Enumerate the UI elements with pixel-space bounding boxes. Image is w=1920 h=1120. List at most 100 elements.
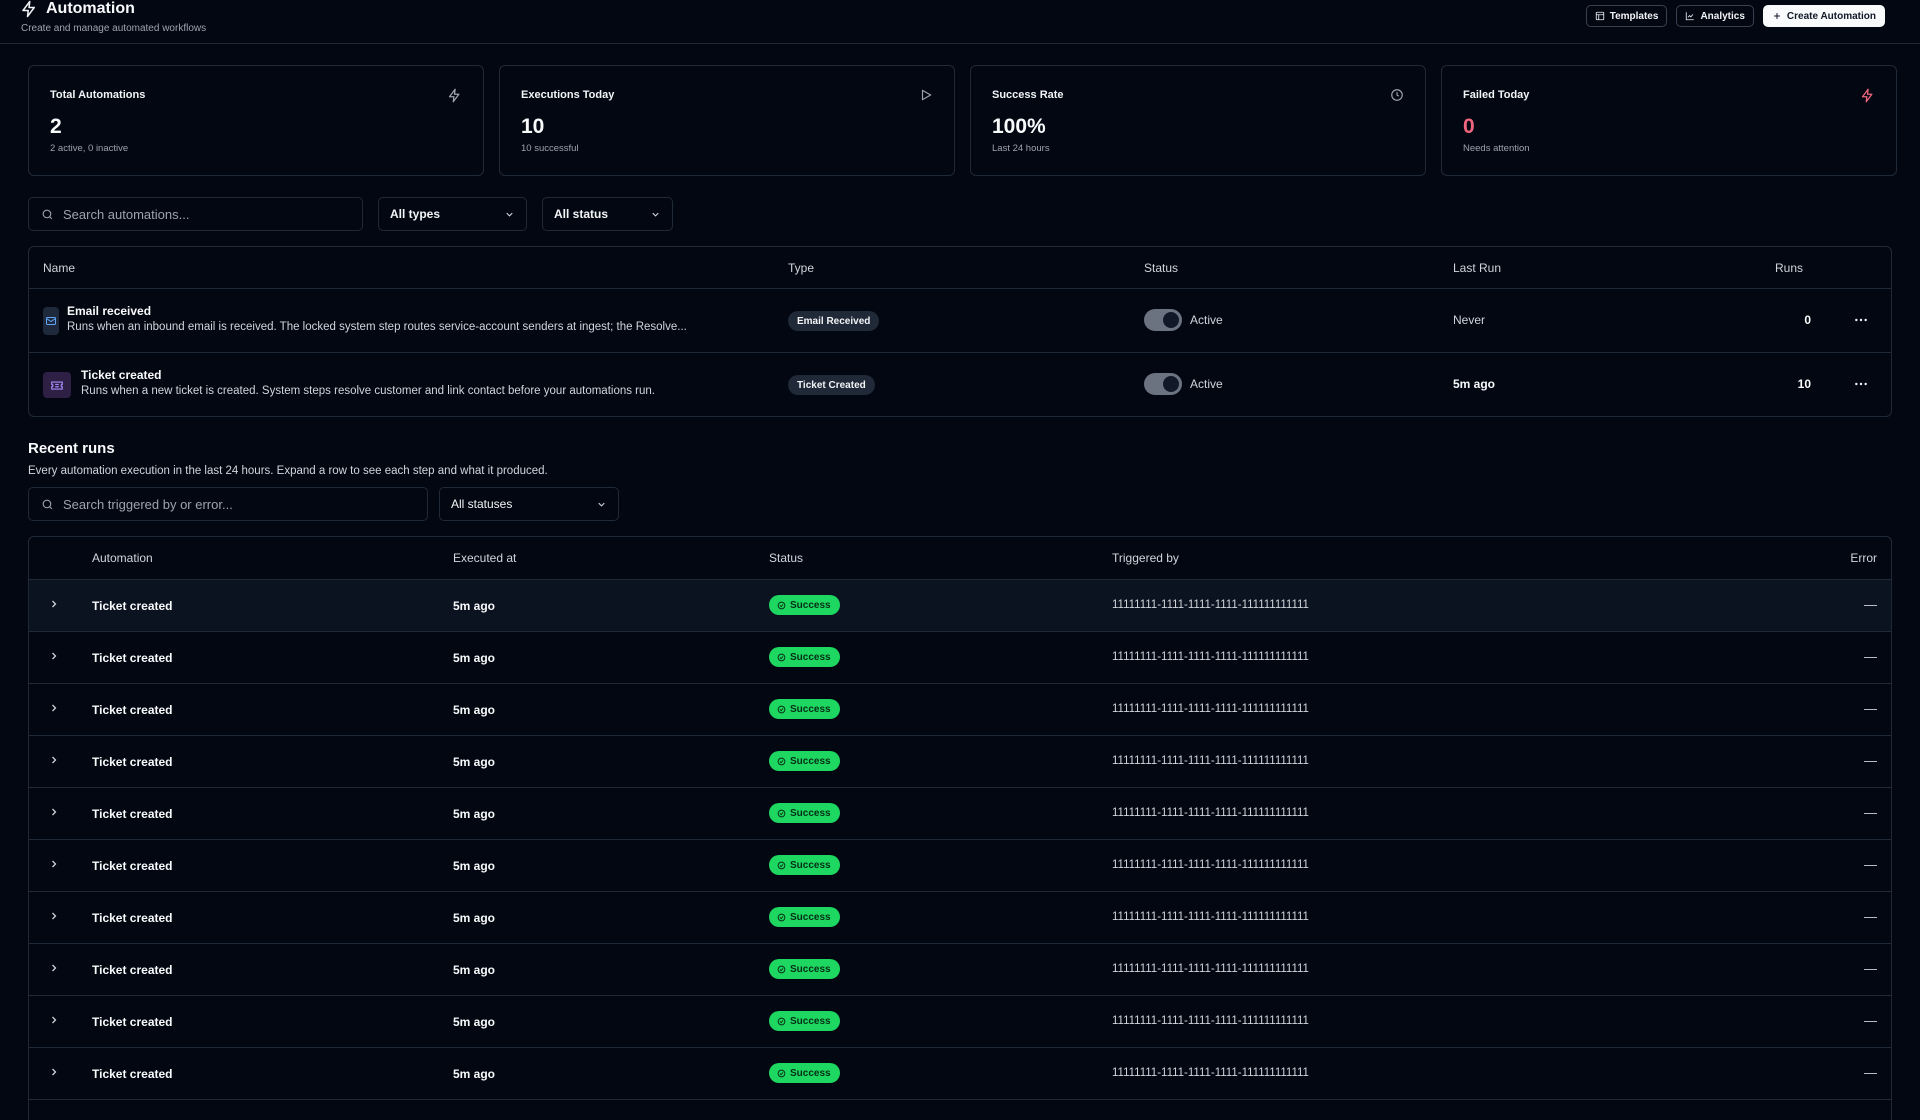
- table-row[interactable]: Ticket created 5m ago Success 11111111-1111…: [29, 996, 1891, 1048]
- run-error: —: [1864, 649, 1877, 664]
- stat-card-total-automations: Total Automations 2 2 active, 0 inactive: [28, 65, 484, 176]
- bolt-icon: [1860, 88, 1875, 103]
- column-error: Error: [1850, 551, 1877, 565]
- run-error: —: [1864, 1013, 1877, 1028]
- table-row[interactable]: Ticket created 5m ago Success 11111111-1111…: [29, 840, 1891, 892]
- chevron-right-icon[interactable]: [48, 962, 60, 974]
- chevron-right-icon[interactable]: [48, 1014, 60, 1026]
- run-automation: Ticket created: [92, 963, 173, 977]
- templates-button[interactable]: Templates: [1585, 5, 1668, 27]
- search-icon: [41, 208, 54, 221]
- check-circle-icon: [777, 757, 786, 766]
- table-row[interactable]: Ticket created 5m ago Success 11111111-1111…: [29, 632, 1891, 684]
- table-row[interactable]: Ticket created 5m ago Success 11111111-1111…: [29, 944, 1891, 996]
- more-options-icon[interactable]: [1853, 312, 1869, 328]
- table-row[interactable]: Ticket created 5m ago Success 11111111-1111…: [29, 892, 1891, 944]
- run-triggered-by: 11111111-1111-1111-1111-111111111111: [1112, 911, 1309, 923]
- status-badge-label: Success: [790, 807, 831, 819]
- chevron-down-icon: [596, 499, 607, 510]
- table-row[interactable]: Ticket created 5m ago Success 11111111-1111…: [29, 1048, 1891, 1100]
- stat-label: Total Automations: [50, 89, 146, 101]
- table-row[interactable]: Ticket created 5m ago Success 11111111-1111…: [29, 580, 1891, 632]
- status-badge: Success: [769, 907, 840, 927]
- stat-sub: Last 24 hours: [992, 143, 1050, 154]
- run-executed-at: 5m ago: [453, 963, 496, 977]
- table-row[interactable]: Ticket created 5m ago Success 11111111-1111…: [29, 736, 1891, 788]
- chevron-right-icon[interactable]: [48, 858, 60, 870]
- runs-search-input[interactable]: Search triggered by or error...: [28, 487, 428, 521]
- column-status: Status: [769, 551, 804, 565]
- stat-card-failed-today: Failed Today 0 Needs attention: [1441, 65, 1897, 176]
- runs-count: 10: [1797, 377, 1811, 391]
- status-badge: Success: [769, 855, 840, 875]
- status-badge-label: Success: [790, 599, 831, 611]
- page-subtitle: Create and manage automated workflows: [21, 23, 207, 34]
- chevron-right-icon[interactable]: [48, 1066, 60, 1078]
- check-circle-icon: [777, 1017, 786, 1026]
- chevron-right-icon[interactable]: [48, 806, 60, 818]
- automation-description: Runs when an inbound email is received. …: [67, 321, 687, 333]
- status-badge-label: Success: [790, 703, 831, 715]
- last-run: Never: [1453, 313, 1486, 327]
- chevron-right-icon[interactable]: [48, 702, 60, 714]
- stats-row: Total Automations 2 2 active, 0 inactive…: [28, 65, 1897, 176]
- recent-runs-table: Automation Executed at Status Triggered …: [28, 536, 1892, 1120]
- create-automation-button[interactable]: Create Automation: [1762, 5, 1885, 27]
- automation-search-input[interactable]: Search automations...: [28, 197, 363, 231]
- page-title: Automation: [46, 0, 135, 17]
- status-badge-label: Success: [790, 859, 831, 871]
- status-badge-label: Success: [790, 911, 831, 923]
- play-icon: [919, 88, 933, 102]
- run-executed-at: 5m ago: [453, 911, 496, 925]
- run-triggered-by: 11111111-1111-1111-1111-111111111111: [1112, 963, 1309, 975]
- type-filter-value: All types: [390, 207, 441, 221]
- run-error: —: [1864, 909, 1877, 924]
- run-executed-at: 5m ago: [453, 703, 496, 717]
- type-filter-select[interactable]: All types: [378, 197, 527, 231]
- table-row[interactable]: Ticket created 5m ago Success 11111111-1111…: [29, 684, 1891, 736]
- header-actions: Templates Analytics Create Automation: [1585, 5, 1885, 27]
- status-filter-value: All status: [554, 207, 609, 221]
- table-row[interactable]: Email received Runs when an inbound emai…: [29, 289, 1891, 353]
- status-badge-label: Success: [790, 1015, 831, 1027]
- stat-label: Success Rate: [992, 89, 1064, 101]
- run-error: —: [1864, 753, 1877, 768]
- more-options-icon[interactable]: [1853, 376, 1869, 392]
- analytics-button[interactable]: Analytics: [1676, 5, 1754, 27]
- run-error: —: [1864, 857, 1877, 872]
- active-toggle[interactable]: [1144, 309, 1182, 331]
- recent-runs-body: Ticket created 5m ago Success 11111111-1111…: [29, 580, 1891, 1100]
- stat-label: Failed Today: [1463, 89, 1530, 101]
- stat-card-executions-today: Executions Today 10 10 successful: [499, 65, 955, 176]
- column-type: Type: [788, 261, 815, 275]
- run-triggered-by: 11111111-1111-1111-1111-111111111111: [1112, 599, 1309, 611]
- run-executed-at: 5m ago: [453, 599, 496, 613]
- chevron-right-icon[interactable]: [48, 910, 60, 922]
- table-header: Automation Executed at Status Triggered …: [29, 537, 1891, 580]
- chevron-right-icon[interactable]: [48, 598, 60, 610]
- chevron-right-icon[interactable]: [48, 754, 60, 766]
- column-runs: Runs: [1774, 261, 1803, 275]
- status-label: Active: [1190, 313, 1223, 327]
- table-row[interactable]: Ticket created Runs when a new ticket is…: [29, 353, 1891, 416]
- run-automation: Ticket created: [92, 599, 173, 613]
- runs-status-select[interactable]: All statuses: [439, 487, 619, 521]
- column-automation: Automation: [92, 551, 153, 565]
- status-filter-select[interactable]: All status: [542, 197, 673, 231]
- column-triggered-by: Triggered by: [1112, 551, 1179, 565]
- runs-count: 0: [1804, 313, 1811, 327]
- run-automation: Ticket created: [92, 807, 173, 821]
- mail-icon: [43, 307, 59, 335]
- clock-icon: [1390, 88, 1404, 102]
- recent-runs-filters: Search triggered by or error... All stat…: [28, 487, 619, 521]
- run-error: —: [1864, 961, 1877, 976]
- stat-sub: Needs attention: [1463, 143, 1530, 154]
- run-automation: Ticket created: [92, 651, 173, 665]
- run-executed-at: 5m ago: [453, 755, 496, 769]
- run-triggered-by: 11111111-1111-1111-1111-111111111111: [1112, 807, 1309, 819]
- column-status: Status: [1144, 261, 1179, 275]
- chevron-down-icon: [504, 209, 515, 220]
- chevron-right-icon[interactable]: [48, 650, 60, 662]
- table-row[interactable]: Ticket created 5m ago Success 11111111-1111…: [29, 788, 1891, 840]
- active-toggle[interactable]: [1144, 373, 1182, 395]
